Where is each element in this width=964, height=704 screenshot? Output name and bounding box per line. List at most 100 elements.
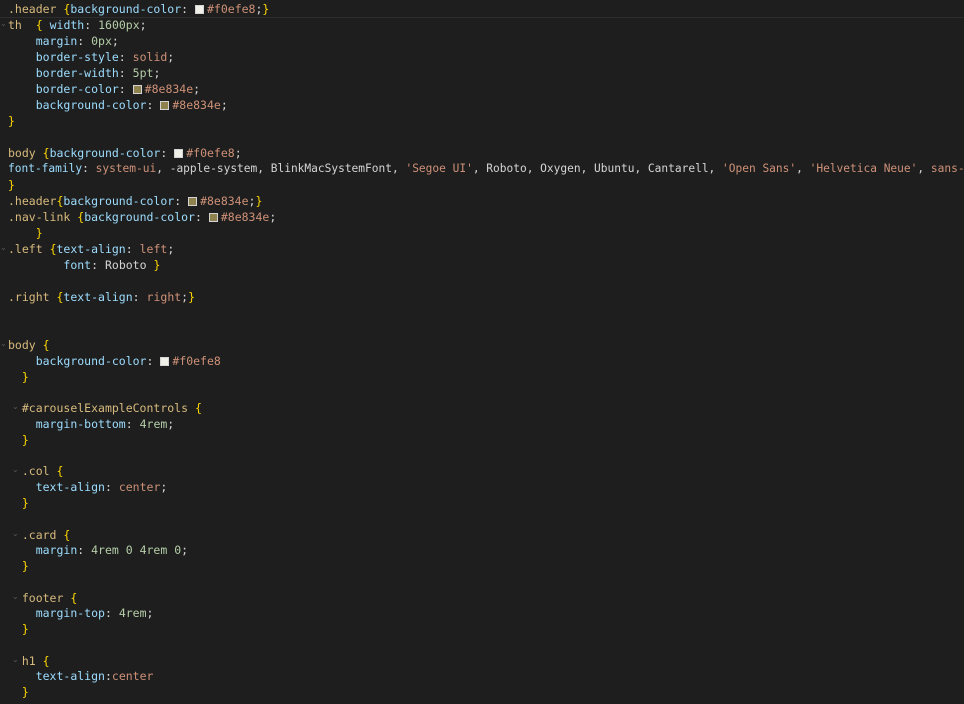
- color-swatch-icon[interactable]: [188, 197, 198, 206]
- code-line-35[interactable]: margin: 4rem 0 4rem 0;: [8, 542, 188, 558]
- css-property: margin-top: [35, 606, 105, 620]
- comma: ,: [156, 162, 170, 175]
- close-brace: }: [21, 496, 29, 510]
- code-line-44[interactable]: }: [8, 684, 29, 700]
- code-line-32[interactable]: }: [8, 495, 29, 511]
- close-brace: }: [153, 258, 161, 272]
- code-line-19[interactable]: .right {text-align: right;}: [8, 289, 195, 305]
- code-editor[interactable]: .header {background-color: #f0efe8;} th …: [0, 0, 964, 704]
- code-line-39[interactable]: margin-top: 4rem;: [8, 605, 154, 621]
- fold-chevron-icon[interactable]: ⌄: [0, 240, 7, 256]
- colon: :: [132, 290, 140, 304]
- css-property: width: [49, 18, 85, 32]
- colon: :: [194, 210, 202, 224]
- colon: :: [160, 146, 168, 160]
- colon: :: [104, 669, 112, 683]
- code-line-17[interactable]: font: Roboto }: [8, 257, 160, 273]
- color-swatch-icon[interactable]: [160, 101, 170, 110]
- code-line-22[interactable]: body {: [8, 337, 50, 353]
- css-value: solid: [132, 50, 168, 64]
- css-property: background-color: [63, 194, 175, 208]
- comma: ,: [917, 162, 931, 175]
- css-selector: .header: [8, 2, 57, 16]
- code-line-1[interactable]: .header {background-color: #f0efe8;}: [0, 1, 964, 18]
- code-line-2[interactable]: th { width: 1600px;: [8, 17, 147, 33]
- color-swatch-icon[interactable]: [160, 357, 170, 366]
- css-property: text-align: [63, 290, 133, 304]
- css-property: border-width: [35, 66, 119, 80]
- css-value: system-ui: [95, 162, 157, 175]
- css-property: background-color: [35, 98, 147, 112]
- colon: :: [146, 98, 154, 112]
- colon: :: [77, 543, 85, 557]
- code-line-3[interactable]: margin: 0px;: [8, 33, 119, 49]
- semicolon: ;: [220, 98, 228, 112]
- close-brace: }: [188, 290, 196, 304]
- color-swatch-icon[interactable]: [195, 5, 204, 14]
- css-property: background-color: [84, 210, 195, 224]
- code-line-7[interactable]: background-color: #8e834e;: [8, 97, 228, 113]
- open-brace: {: [194, 401, 202, 415]
- colon: :: [84, 18, 92, 32]
- fold-chevron-icon[interactable]: ⌄: [12, 652, 19, 668]
- css-property: margin-bottom: [35, 417, 126, 431]
- code-line-27[interactable]: margin-bottom: 4rem;: [8, 416, 175, 432]
- semicolon: ;: [146, 606, 154, 620]
- code-line-26[interactable]: #carouselExampleControls {: [8, 400, 202, 416]
- code-line-24[interactable]: }: [8, 369, 29, 385]
- css-value: center: [118, 480, 161, 494]
- close-brace: }: [21, 622, 29, 636]
- fold-chevron-icon[interactable]: ⌄: [12, 462, 19, 478]
- css-property: background-color: [35, 354, 147, 368]
- code-line-13[interactable]: .header{background-color: #8e834e;}: [8, 193, 262, 209]
- fold-chevron-icon[interactable]: ⌄: [12, 526, 19, 542]
- css-value: 5pt: [132, 66, 154, 80]
- comma: ,: [796, 162, 810, 175]
- close-brace: }: [8, 178, 15, 192]
- close-brace: }: [21, 370, 29, 384]
- code-line-15[interactable]: }: [8, 225, 43, 241]
- fold-chevron-icon[interactable]: ⌄: [0, 16, 7, 32]
- code-line-6[interactable]: border-color: #8e834e;: [8, 81, 200, 97]
- code-line-11[interactable]: font-family: system-ui, -apple-system, B…: [8, 161, 964, 177]
- code-line-31[interactable]: text-align: center;: [8, 479, 168, 495]
- colon: :: [82, 162, 89, 175]
- code-line-16[interactable]: .left {text-align: left;: [8, 241, 174, 257]
- css-value: 4rem: [118, 606, 147, 620]
- code-line-4[interactable]: border-style: solid;: [8, 49, 175, 65]
- semicolon: ;: [167, 50, 175, 64]
- code-line-8[interactable]: }: [8, 113, 15, 129]
- color-swatch-icon[interactable]: [208, 213, 218, 222]
- colon: :: [77, 34, 85, 48]
- colon: :: [91, 258, 99, 272]
- css-value: right: [146, 290, 182, 304]
- css-property: border-color: [35, 82, 119, 96]
- code-line-36[interactable]: }: [8, 558, 29, 574]
- fold-chevron-icon[interactable]: ⌄: [12, 399, 19, 415]
- colon: :: [104, 606, 112, 620]
- color-swatch-icon[interactable]: [132, 85, 142, 94]
- code-line-12[interactable]: }: [8, 177, 15, 193]
- colon: :: [118, 50, 126, 64]
- code-line-28[interactable]: }: [8, 432, 29, 448]
- css-property: margin: [35, 543, 78, 557]
- css-value: #8e834e: [172, 98, 221, 112]
- css-value: #f0efe8: [186, 146, 235, 160]
- semicolon: ;: [153, 66, 161, 80]
- color-swatch-icon[interactable]: [174, 149, 184, 158]
- css-value: Roboto: [104, 258, 147, 272]
- open-brace: {: [56, 464, 64, 478]
- code-line-23[interactable]: background-color: #f0efe8: [8, 353, 221, 369]
- code-line-40[interactable]: }: [8, 621, 29, 637]
- fold-chevron-icon[interactable]: ⌄: [0, 336, 7, 352]
- css-value: #8e834e: [220, 210, 270, 224]
- css-property: background-color: [49, 146, 161, 160]
- colon: :: [181, 2, 189, 16]
- code-line-14[interactable]: .nav-link {background-color: #8e834e;: [8, 209, 276, 225]
- code-line-43[interactable]: text-align:center: [8, 668, 154, 684]
- code-line-5[interactable]: border-width: 5pt;: [8, 65, 161, 81]
- close-brace: }: [35, 226, 43, 240]
- colon: :: [125, 417, 133, 431]
- code-line-10[interactable]: body {background-color: #f0efe8;: [8, 145, 242, 161]
- fold-chevron-icon[interactable]: ⌄: [12, 589, 19, 605]
